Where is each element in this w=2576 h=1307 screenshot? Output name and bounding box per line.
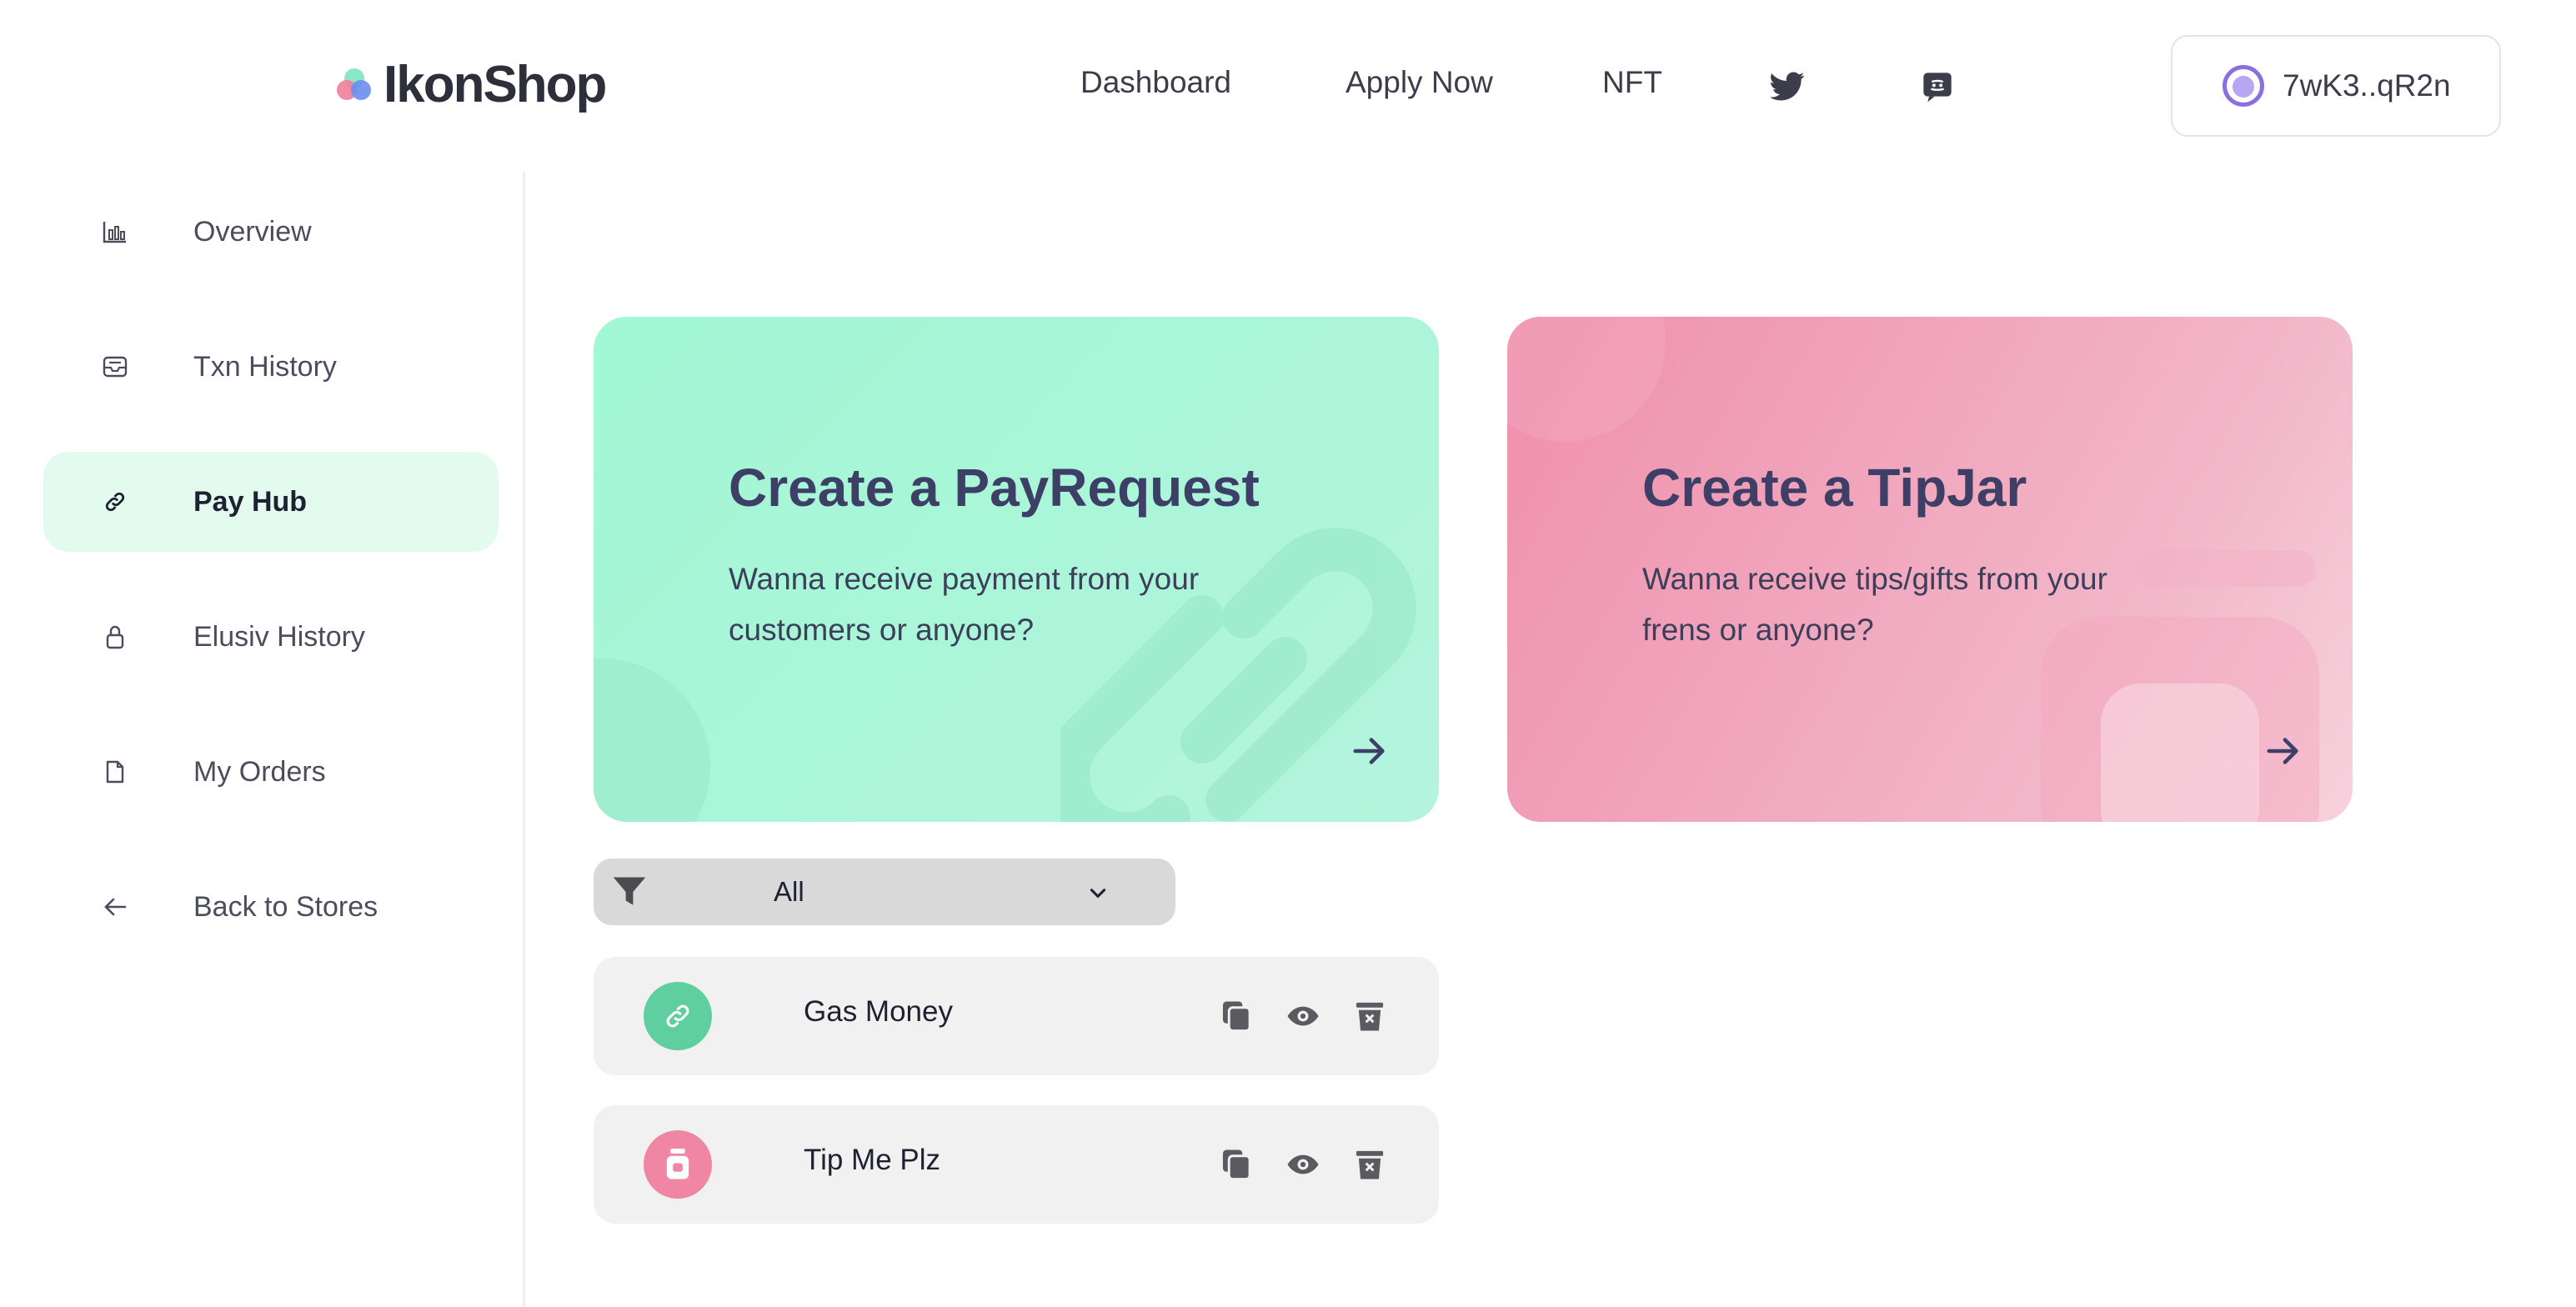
copy-icon[interactable] [1217,1145,1255,1184]
sidebar-item-my-orders[interactable]: My Orders [43,722,499,822]
wallet-avatar-icon [2223,65,2264,107]
bar-chart-icon [98,215,132,248]
sidebar: Overview Txn History Pay Hub Elusiv Hist… [0,172,525,1307]
filter-selected-value: All [774,876,804,907]
delete-icon[interactable] [1351,997,1389,1035]
delete-icon[interactable] [1351,1145,1389,1184]
sidebar-item-label: Overview [193,215,312,248]
card-description: Wanna receive payment from your customer… [729,562,1200,647]
view-icon[interactable] [1284,1145,1322,1184]
sidebar-item-overview[interactable]: Overview [43,182,499,282]
logo-mark-icon [337,68,372,103]
card-title: Create a TipJar [1642,458,2027,518]
inbox-icon [98,350,132,383]
wallet-button[interactable]: 7wK3..qR2n [2171,35,2501,137]
jar-icon [644,1130,712,1199]
brand-name: IkonShop [383,56,607,113]
sidebar-item-elusiv-history[interactable]: Elusiv History [43,587,499,687]
sidebar-item-label: Elusiv History [193,620,365,653]
decorative-circle [594,659,710,822]
sidebar-item-back-to-stores[interactable]: Back to Stores [43,857,499,957]
arrow-right-icon[interactable] [1351,732,1389,770]
sidebar-item-label: Pay Hub [193,485,308,518]
sidebar-item-label: My Orders [193,755,326,788]
list-item[interactable]: Tip Me Plz [594,1105,1439,1224]
list-item-label: Tip Me Plz [804,1144,941,1176]
sidebar-item-txn-history[interactable]: Txn History [43,317,499,417]
arrow-left-icon [98,890,132,924]
top-header: IkonShop Dashboard Apply Now NFT 7wK3..q… [0,0,2576,172]
create-payrequest-card[interactable]: Create a PayRequest Wanna receive paymen… [594,317,1439,822]
nav-nft[interactable]: NFT [1602,65,1662,100]
nav-dashboard[interactable]: Dashboard [1080,65,1231,100]
link-icon [98,485,132,518]
brand-logo[interactable]: IkonShop [337,55,607,114]
lock-icon [98,620,132,654]
sidebar-item-pay-hub[interactable]: Pay Hub [43,452,499,552]
view-icon[interactable] [1284,997,1322,1035]
list-item[interactable]: Gas Money [594,957,1439,1075]
card-description: Wanna receive tips/gifts from your frens… [1642,562,2107,647]
twitter-icon[interactable] [1769,68,1806,105]
copy-icon[interactable] [1217,997,1255,1035]
chevron-down-icon [1090,889,1106,899]
link-icon [644,982,712,1050]
discord-icon[interactable] [1919,68,1956,105]
list-item-label: Gas Money [804,995,953,1028]
card-title: Create a PayRequest [729,458,1260,518]
wallet-address: 7wK3..qR2n [2283,68,2451,103]
funnel-icon [610,873,649,911]
nav-apply-now[interactable]: Apply Now [1346,65,1493,100]
filter-select[interactable]: All [594,859,1175,925]
file-icon [98,755,132,789]
sidebar-item-label: Back to Stores [193,890,378,923]
sidebar-item-label: Txn History [193,350,337,383]
arrow-right-icon[interactable] [2264,732,2303,770]
create-tipjar-card[interactable]: Create a TipJar Wanna receive tips/gifts… [1507,317,2353,822]
decorative-circle [1507,317,1666,442]
